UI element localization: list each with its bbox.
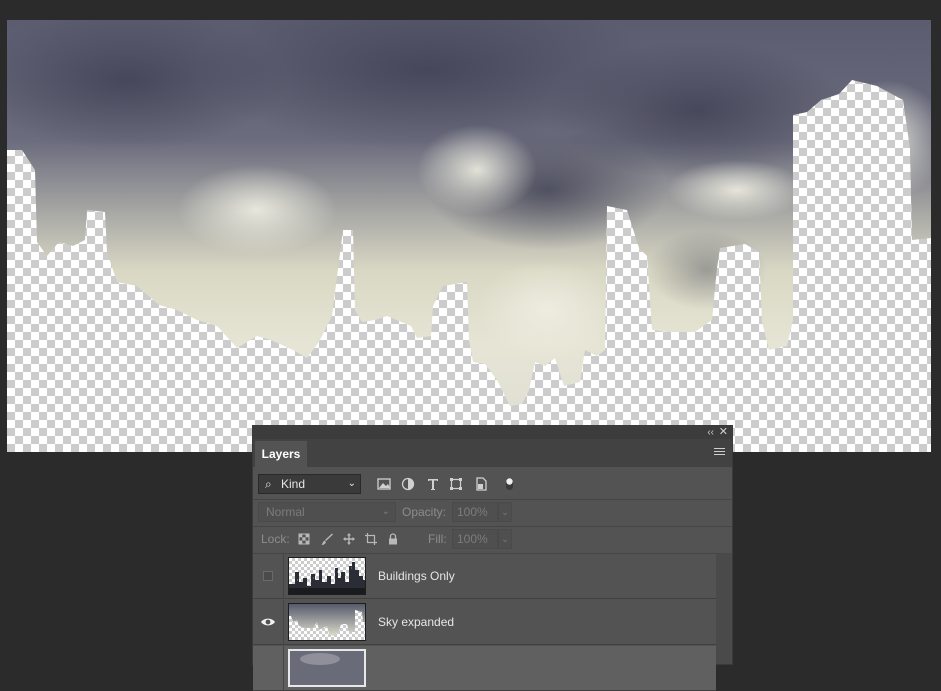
adjustment-layer-filter-icon[interactable] <box>400 476 416 492</box>
lock-label: Lock: <box>261 532 290 546</box>
collapse-panel-icon[interactable]: ‹‹ <box>707 426 714 439</box>
opacity-input[interactable]: 100% <box>452 502 498 522</box>
lock-image-pixels-icon[interactable] <box>320 532 334 546</box>
filter-kind-dropdown[interactable]: ⌕ Kind ⌄ <box>258 474 361 494</box>
filter-kind-label: Kind <box>281 477 306 491</box>
layer-row-sky-expanded[interactable]: Sky expanded <box>253 600 716 645</box>
divider <box>283 600 284 644</box>
fill-dropdown-arrow[interactable]: ⌄ <box>498 529 512 549</box>
layer-name[interactable]: Buildings Only <box>378 569 455 583</box>
panel-menu-icon[interactable] <box>714 446 725 458</box>
lock-all-icon[interactable] <box>386 532 400 546</box>
layer-filter-row: ⌕ Kind ⌄ <box>253 470 732 498</box>
divider <box>283 554 284 598</box>
divider <box>253 526 732 527</box>
document-canvas[interactable] <box>7 20 931 452</box>
layer-thumbnail <box>288 649 366 687</box>
pixel-layer-filter-icon[interactable] <box>376 476 392 492</box>
sky-layer-image <box>7 20 931 406</box>
fill-label: Fill: <box>428 532 447 546</box>
opacity-dropdown-arrow[interactable]: ⌄ <box>498 502 512 522</box>
layer-thumbnail <box>288 603 366 641</box>
search-icon: ⌕ <box>265 477 272 491</box>
panel-tab-bar: Layers <box>253 439 732 467</box>
divider <box>283 646 284 690</box>
panel-title-bar[interactable]: ‹‹ ✕ <box>253 426 732 439</box>
blend-mode-value: Normal <box>266 505 305 519</box>
close-panel-icon[interactable]: ✕ <box>719 426 728 439</box>
layer-visibility-toggle[interactable] <box>253 600 283 645</box>
layers-panel: ‹‹ ✕ Layers ⌕ Kind ⌄ Normal ⌄ Opacity: 1… <box>253 426 732 691</box>
filter-toggle-icon[interactable] <box>502 476 518 492</box>
layer-row-buildings-only[interactable]: Buildings Only <box>253 554 716 599</box>
lock-position-icon[interactable] <box>342 532 356 546</box>
tab-layers[interactable]: Layers <box>255 441 307 467</box>
layer-name[interactable]: Sky expanded <box>378 615 454 629</box>
shape-layer-filter-icon[interactable] <box>448 476 464 492</box>
lock-transparent-pixels-icon[interactable] <box>297 532 311 546</box>
layer-thumbnail <box>288 557 366 595</box>
chevron-down-icon: ⌄ <box>381 506 390 517</box>
layer-visibility-toggle[interactable] <box>253 646 283 691</box>
eye-icon <box>261 618 275 626</box>
chevron-down-icon: ⌄ <box>347 478 356 489</box>
layers-scrollbar[interactable] <box>716 553 732 664</box>
type-layer-filter-icon[interactable] <box>425 476 441 492</box>
smart-object-filter-icon[interactable] <box>473 476 489 492</box>
layer-row-selected[interactable] <box>253 646 716 691</box>
opacity-label: Opacity: <box>402 505 447 519</box>
visibility-off-box <box>263 571 273 581</box>
lock-artboard-icon[interactable] <box>364 532 378 546</box>
layer-visibility-toggle[interactable] <box>253 554 283 599</box>
fill-input[interactable]: 100% <box>452 529 498 549</box>
blend-mode-dropdown[interactable]: Normal ⌄ <box>258 502 396 522</box>
